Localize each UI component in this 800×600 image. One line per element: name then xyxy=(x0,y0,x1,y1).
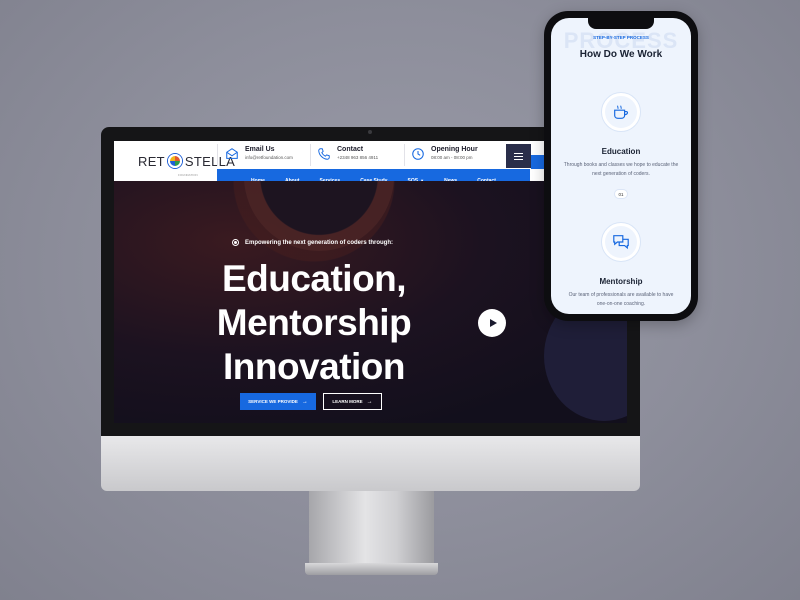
header-hours-title: Opening Hour xyxy=(431,146,478,153)
learn-more-label: LEARN MORE xyxy=(332,399,363,404)
divider xyxy=(217,144,218,166)
hero-title-line: Education, xyxy=(221,258,407,299)
hamburger-icon xyxy=(514,155,523,157)
service-we-provide-button[interactable]: SERVICE WE PROVIDE → xyxy=(240,393,316,410)
arrow-right-icon: → xyxy=(366,398,373,405)
play-video-button[interactable] xyxy=(478,309,506,337)
mail-icon xyxy=(226,148,238,159)
phone-mockup: PROCESS STEP-BY-STEP PROCESS How Do We W… xyxy=(544,11,698,321)
hamburger-menu-button[interactable] xyxy=(506,144,531,168)
header-email-value: info@retfoundation.com xyxy=(245,155,293,160)
card-education-desc: Through books and classes we hope to edu… xyxy=(563,162,679,177)
monitor-stand-base xyxy=(305,563,438,575)
divider xyxy=(310,144,311,166)
card-mentorship-title: Mentorship xyxy=(599,277,643,286)
education-icon-circle xyxy=(601,92,641,132)
monitor-stand xyxy=(309,491,434,565)
header-email-title: Email Us xyxy=(245,146,275,153)
header-contact[interactable]: Contact +2348 963 856 4911 xyxy=(317,145,378,167)
phone-icon xyxy=(318,148,330,160)
divider xyxy=(404,144,405,166)
hero-title-line: Mentorship xyxy=(216,302,412,343)
header-email[interactable]: Email Us info@retfoundation.com xyxy=(225,145,293,167)
hero-tagline-text: Empowering the next generation of coders… xyxy=(245,239,394,246)
mentorship-icon-circle xyxy=(601,222,641,262)
process-eyebrow: STEP-BY-STEP PROCESS xyxy=(593,35,649,40)
header-hours: Opening Hour 08:00 am - 08:00 pm xyxy=(411,145,478,167)
hero-title-line: Innovation xyxy=(222,346,406,387)
logo-tagline: FOUNDATION xyxy=(178,173,198,177)
logo-text-left: RET xyxy=(138,153,165,169)
chat-bubbles-icon xyxy=(613,235,629,250)
header-hours-value: 08:00 am - 08:00 pm xyxy=(431,155,473,160)
service-button-label: SERVICE WE PROVIDE xyxy=(248,399,298,404)
coffee-cup-icon xyxy=(614,105,629,119)
target-dot-icon xyxy=(232,239,239,246)
card-mentorship-desc: Our team of professionals are available … xyxy=(568,292,674,307)
hero-title: Education, Mentorship Innovation xyxy=(194,257,434,389)
card-education-title: Education xyxy=(601,147,641,156)
hero-tagline: Empowering the next generation of coders… xyxy=(232,239,393,246)
monitor-chin xyxy=(101,436,640,491)
camera-icon xyxy=(368,130,372,134)
clock-icon xyxy=(412,148,424,160)
card-education-number: 01 xyxy=(614,189,628,199)
header-contact-title: Contact xyxy=(337,146,364,153)
arrow-right-icon: → xyxy=(301,398,308,405)
process-title: How Do We Work xyxy=(579,49,663,60)
learn-more-button[interactable]: LEARN MORE → xyxy=(323,393,382,410)
phone-screen: PROCESS STEP-BY-STEP PROCESS How Do We W… xyxy=(551,18,691,314)
header-contact-value: +2348 963 856 4911 xyxy=(337,155,379,160)
globe-logo-icon xyxy=(167,154,182,168)
